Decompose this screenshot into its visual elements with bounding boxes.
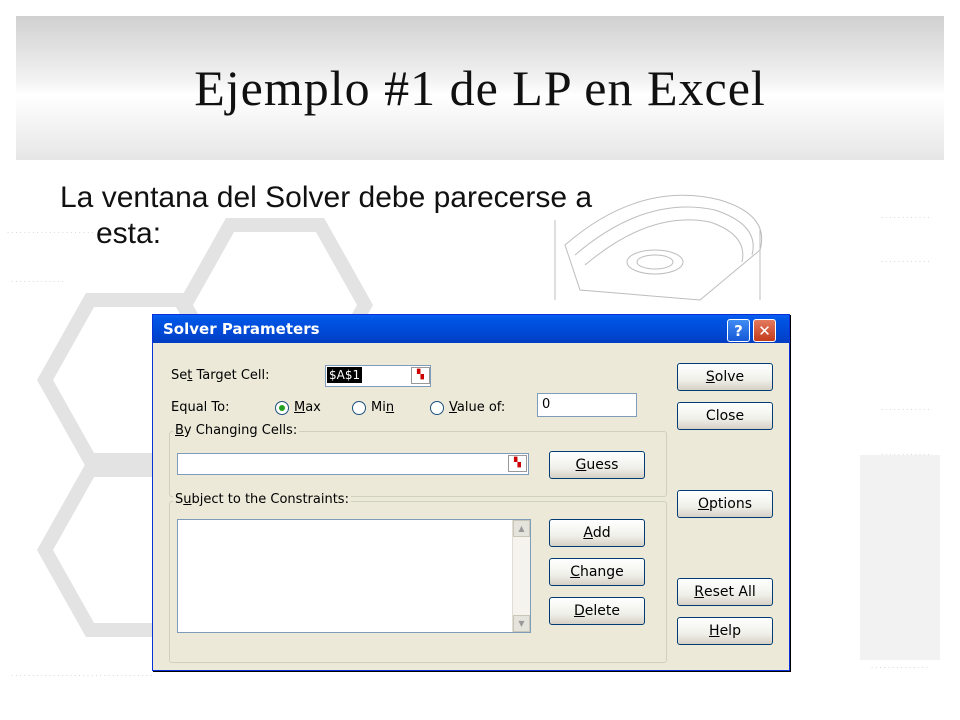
change-button[interactable]: Change: [549, 558, 645, 586]
solver-parameters-dialog: Solver Parameters ? ✕ Set Target Cell: $…: [152, 314, 790, 671]
scroll-up-icon[interactable]: ▲: [513, 520, 530, 537]
body-line-1: La ventana del Solver debe parecerse a: [60, 181, 593, 214]
scroll-down-icon[interactable]: ▼: [513, 615, 530, 632]
value-of-value: 0: [542, 397, 551, 412]
help-button[interactable]: Help: [677, 617, 773, 645]
radio-min-label: Min: [371, 400, 395, 415]
radio-value-of[interactable]: [430, 401, 444, 415]
svg-text:............: ............: [880, 256, 931, 264]
radio-max[interactable]: [275, 401, 289, 415]
target-cell-input[interactable]: $A$1 ▚: [325, 365, 431, 387]
constraints-label: Subject to the Constraints:: [173, 492, 351, 507]
range-select-icon[interactable]: ▚: [411, 367, 430, 384]
set-target-cell-label: Set Target Cell:: [171, 368, 270, 383]
dialog-title: Solver Parameters: [163, 320, 320, 338]
radio-value-of-label: Value of:: [449, 400, 506, 415]
constraints-listbox[interactable]: ▲ ▼: [177, 519, 531, 633]
slide-body-text: La ventana del Solver debe parecerse a e…: [60, 180, 860, 252]
slide-title: Ejemplo #1 de LP en Excel: [194, 60, 766, 116]
reset-all-button[interactable]: Reset All: [677, 578, 773, 606]
radio-max-label: Max: [294, 400, 321, 415]
delete-button[interactable]: Delete: [549, 597, 645, 625]
guess-button[interactable]: Guess: [549, 451, 645, 479]
svg-text:.............: .............: [10, 276, 65, 284]
svg-text:............: ............: [880, 212, 931, 220]
solve-button[interactable]: Solve: [677, 363, 773, 391]
add-button[interactable]: Add: [549, 519, 645, 547]
svg-text:..............: ..............: [870, 662, 929, 670]
help-icon[interactable]: ?: [727, 319, 750, 342]
body-line-2: esta:: [96, 217, 162, 250]
slide-title-bar: Ejemplo #1 de LP en Excel: [16, 16, 944, 160]
dialog-titlebar: Solver Parameters ? ✕: [153, 315, 789, 343]
options-button[interactable]: Options: [677, 490, 773, 518]
equal-to-label: Equal To:: [171, 400, 230, 415]
range-select-icon[interactable]: ▚: [508, 455, 527, 472]
close-button[interactable]: Close: [677, 402, 773, 430]
changing-cells-input[interactable]: ▚: [177, 453, 529, 475]
svg-text:............: ............: [880, 404, 931, 412]
value-of-input[interactable]: 0: [537, 393, 637, 417]
target-cell-value: $A$1: [327, 367, 363, 383]
changing-cells-label: By Changing Cells:: [173, 423, 300, 438]
radio-min[interactable]: [352, 401, 366, 415]
close-icon[interactable]: ✕: [753, 319, 776, 342]
constraints-scrollbar[interactable]: ▲ ▼: [512, 520, 530, 632]
svg-text:..............................: ..................................: [10, 670, 153, 678]
